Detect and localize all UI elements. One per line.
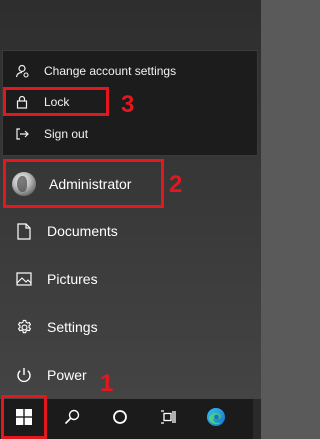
edge-button[interactable]	[192, 399, 240, 439]
pictures-button[interactable]: Pictures	[0, 259, 261, 299]
edge-icon	[206, 407, 226, 432]
power-label: Power	[47, 367, 87, 383]
documents-label: Documents	[47, 223, 118, 239]
user-name-label: Administrator	[49, 176, 132, 192]
lock-icon	[14, 94, 30, 110]
taskbar-overflow-edge	[253, 399, 261, 439]
step-1-marker: 1	[100, 370, 114, 397]
step-3-marker: 3	[121, 91, 135, 118]
pictures-label: Pictures	[47, 271, 98, 287]
avatar	[12, 172, 36, 196]
pictures-icon	[15, 270, 33, 288]
lock-label: Lock	[44, 95, 70, 109]
step-2-marker: 2	[169, 171, 183, 198]
change-account-settings-item[interactable]: Change account settings	[3, 58, 257, 84]
sign-out-label: Sign out	[44, 127, 89, 141]
cortana-icon	[112, 409, 128, 430]
gear-icon	[15, 318, 33, 336]
settings-label: Settings	[47, 319, 98, 335]
taskbar	[0, 399, 261, 439]
windows-start-icon	[16, 408, 32, 430]
search-icon	[64, 409, 80, 430]
start-menu: Change account settings Lock Sign out Ad…	[0, 0, 261, 399]
account-settings-icon	[14, 63, 30, 79]
search-button[interactable]	[48, 399, 96, 439]
sign-out-item[interactable]: Sign out	[3, 121, 257, 147]
task-view-icon	[160, 409, 176, 430]
sign-out-icon	[14, 126, 30, 142]
task-view-button[interactable]	[144, 399, 192, 439]
user-account-button[interactable]: Administrator	[0, 164, 261, 204]
start-button[interactable]	[0, 399, 48, 439]
power-button[interactable]: Power	[0, 355, 261, 395]
change-account-settings-label: Change account settings	[44, 64, 177, 78]
document-icon	[15, 222, 33, 240]
settings-button[interactable]: Settings	[0, 307, 261, 347]
power-icon	[15, 366, 33, 384]
cortana-button[interactable]	[96, 399, 144, 439]
documents-button[interactable]: Documents	[0, 211, 261, 251]
